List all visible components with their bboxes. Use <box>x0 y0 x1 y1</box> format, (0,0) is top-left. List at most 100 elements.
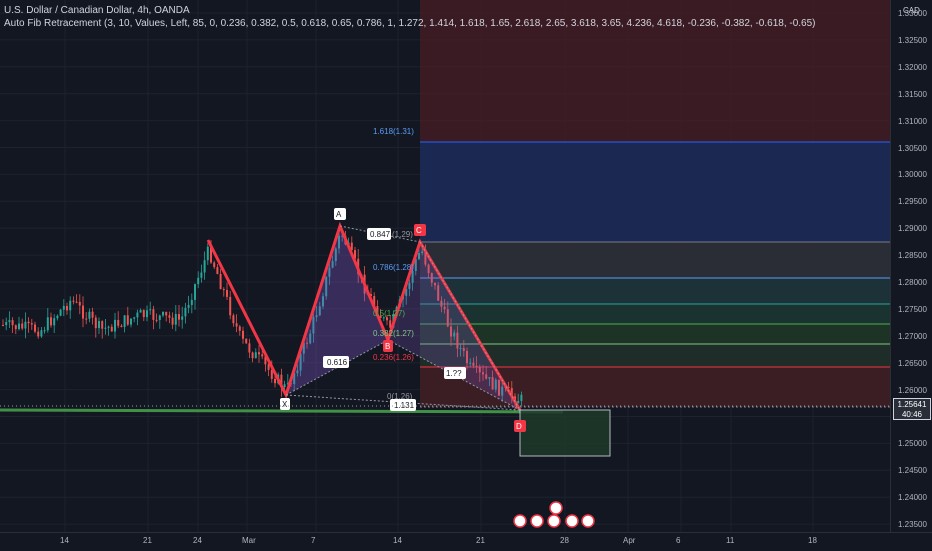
candle-body <box>194 284 196 300</box>
candle-body <box>11 320 14 326</box>
price-scale[interactable] <box>890 0 932 532</box>
candle-body <box>27 321 30 324</box>
fib-zone-teal2 <box>420 304 890 324</box>
ratio-label-ac: 0.847 <box>370 230 391 239</box>
candle-body <box>238 326 241 331</box>
candle-body <box>69 300 72 311</box>
candle-body <box>72 300 75 302</box>
point-d-label: D <box>516 422 522 431</box>
time-tick-label: Apr <box>623 536 636 545</box>
candle-body <box>130 318 132 325</box>
candle-body <box>75 301 78 303</box>
candle-body <box>104 327 107 329</box>
point-a-label: A <box>336 210 342 219</box>
price-tick-label: 1.33000 <box>898 9 927 18</box>
candle-body <box>107 326 110 328</box>
target-box[interactable] <box>519 409 611 457</box>
candle-body <box>184 307 187 317</box>
economic-events[interactable] <box>513 501 595 528</box>
candle-body <box>261 354 264 357</box>
candle-body <box>85 318 88 320</box>
candle-body <box>267 364 270 370</box>
candle-body <box>50 317 52 326</box>
candle-body <box>117 319 120 326</box>
candle-body <box>213 262 216 268</box>
time-tick-label: 21 <box>476 536 485 545</box>
candle-body <box>30 323 33 325</box>
current-price-badge: 1.25641 40:46 <box>893 398 931 420</box>
time-tick-label: 21 <box>143 536 152 545</box>
fib-label-0382: 0.382(1.27) <box>373 329 414 338</box>
candle-body <box>171 317 174 325</box>
candle-body <box>162 311 164 316</box>
time-tick-label: 7 <box>311 536 316 545</box>
price-tick-label: 1.26000 <box>898 385 927 395</box>
time-tick-label: 24 <box>193 536 202 545</box>
event-flag-icon <box>549 501 563 515</box>
candle-body <box>18 323 20 330</box>
price-tick-label: 1.32000 <box>898 62 927 72</box>
price-tick-label: 1.23500 <box>898 520 927 530</box>
candle-body <box>5 322 8 326</box>
candle-body <box>187 305 190 308</box>
price-tick-label: 1.31000 <box>898 116 927 126</box>
fib-label-1618: 1.618(1.31) <box>373 127 414 136</box>
candle-body <box>21 323 24 329</box>
candle-body <box>34 324 36 332</box>
current-price-value: 1.25641 <box>897 400 927 409</box>
price-tick-label: 1.28500 <box>898 251 927 261</box>
symbol-title[interactable]: U.S. Dollar / Canadian Dollar, 4h, OANDA <box>4 4 816 17</box>
candle-body <box>203 260 206 273</box>
candle-body <box>274 378 276 384</box>
fib-label-0236: 0.236(1.26) <box>373 353 414 362</box>
candle-body <box>101 321 104 329</box>
chart-header: U.S. Dollar / Canadian Dollar, 4h, OANDA… <box>4 4 816 30</box>
candle-body <box>181 316 184 320</box>
indicator-legend[interactable]: Auto Fib Retracement (3, 10, Values, Lef… <box>4 17 816 30</box>
candle-body <box>283 384 286 388</box>
price-tick-label: 1.24500 <box>898 466 927 476</box>
price-chart[interactable]: 1.618(1.31) 0.847 (1.29) 0.786(1.28) 0.5… <box>0 0 890 532</box>
candle-body <box>242 330 244 339</box>
time-tick-label: Mar <box>242 536 256 545</box>
price-tick-label: 1.26500 <box>898 358 927 368</box>
candle-body <box>53 318 56 326</box>
candle-body <box>254 352 257 359</box>
candle-body <box>110 326 113 332</box>
candle-body <box>149 309 152 311</box>
price-tick-label: 1.32500 <box>898 35 927 45</box>
fib-label-1-value: (1.29) <box>392 230 413 239</box>
candle-body <box>226 290 228 297</box>
price-tick-label: 1.29000 <box>898 224 927 234</box>
price-tick-label: 1.27500 <box>898 304 927 314</box>
bar-countdown: 40:46 <box>901 410 923 419</box>
price-tick-label: 1.29500 <box>898 197 927 207</box>
candle-body <box>66 305 68 311</box>
time-scale[interactable] <box>0 532 932 551</box>
candle-body <box>78 301 81 306</box>
candle-body <box>206 246 209 261</box>
candle-body <box>235 323 238 327</box>
candle-body <box>229 296 232 316</box>
candle-body <box>56 315 59 319</box>
candle-body <box>37 331 40 337</box>
candle-body <box>82 305 84 319</box>
price-tick-label: 1.28000 <box>898 278 927 287</box>
candle-body <box>136 312 139 318</box>
candle-body <box>152 309 155 320</box>
time-tick-label: 28 <box>560 536 569 545</box>
time-tick-label: 6 <box>676 536 681 545</box>
candle-body <box>197 277 200 285</box>
candle-body <box>158 315 161 320</box>
candle-body <box>520 394 523 401</box>
candle-body <box>139 310 142 313</box>
candle-body <box>245 338 248 344</box>
fib-zone-grey1 <box>420 242 890 278</box>
candle-body <box>219 274 222 290</box>
candle-body <box>174 314 177 325</box>
price-tick-label: 1.24000 <box>898 493 927 503</box>
point-b-label: B <box>385 342 390 351</box>
candle-body <box>98 321 100 329</box>
time-tick-label: 18 <box>808 536 817 545</box>
candle-body <box>133 317 136 319</box>
